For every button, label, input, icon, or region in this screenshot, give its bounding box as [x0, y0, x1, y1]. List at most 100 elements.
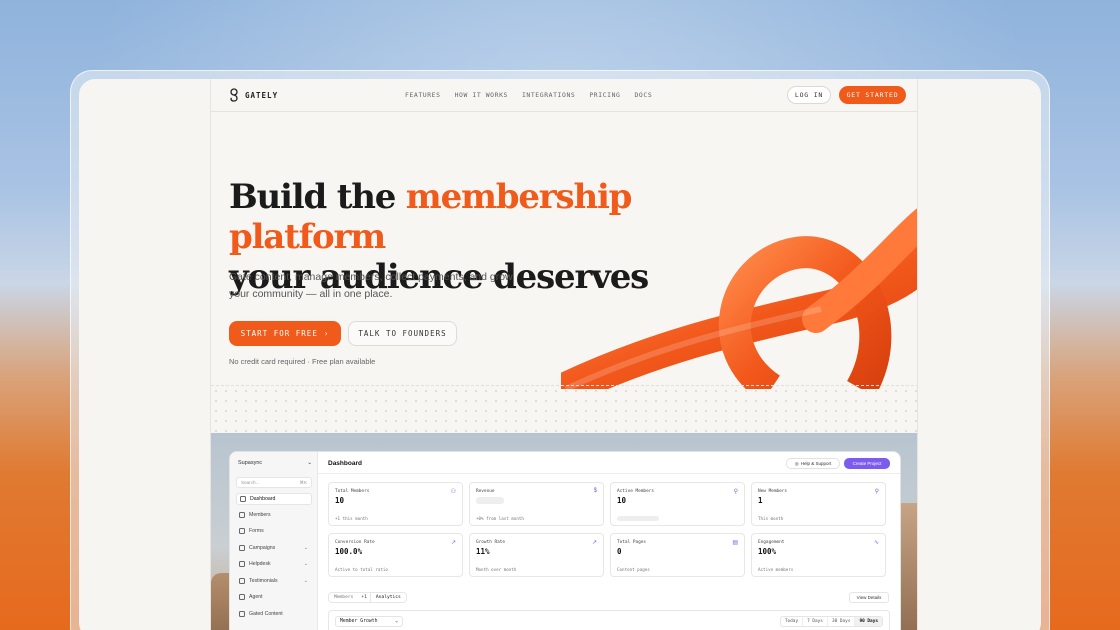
stat-card-new-members[interactable]: New Members 1 This month ⚲	[751, 482, 886, 526]
stat-note: +1 this month	[335, 516, 368, 521]
sidebar-item-dashboard[interactable]: Dashboard	[236, 493, 312, 505]
sidebar-item-label: Forms	[249, 528, 264, 534]
stat-card-growth-rate[interactable]: Growth Rate 11% Month over month ↗	[469, 533, 604, 577]
tab-members[interactable]: Members	[329, 593, 358, 602]
app-sidebar: Supasync ⌄ Search... ⌘K Dashboard Member…	[230, 452, 318, 630]
stat-note: Active to total ratio	[335, 567, 388, 572]
start-for-free-label: START FOR FREE	[240, 329, 318, 338]
nav-link-how-it-works[interactable]: HOW IT WORKS	[455, 91, 508, 99]
growth-metric-select[interactable]: Member Growth ⌄	[335, 616, 403, 627]
stat-note: This month	[758, 516, 784, 521]
view-details-button[interactable]: View Details	[849, 592, 889, 603]
stat-note: Active members	[758, 567, 794, 572]
range-30-days[interactable]: 30 Days	[826, 617, 855, 626]
stat-card-conversion-rate[interactable]: Conversion Rate 100.0% Active to total r…	[328, 533, 463, 577]
sidebar-item-helpdesk[interactable]: Helpdesk ⌄	[236, 558, 312, 570]
loading-skeleton	[617, 516, 659, 521]
help-icon: ◎	[794, 460, 799, 466]
workspace-switcher[interactable]: Supasync ⌄	[238, 460, 312, 466]
talk-to-founders-button[interactable]: TALK TO FOUNDERS	[348, 321, 457, 346]
sidebar-item-label: Dashboard	[250, 496, 276, 502]
browser-viewport: GATELY FEATURES HOW IT WORKS INTEGRATION…	[79, 79, 1041, 630]
members-analytics-tabs: Members +1 Analytics	[328, 592, 407, 603]
dashboard-preview-section: Supasync ⌄ Search... ⌘K Dashboard Member…	[211, 433, 917, 630]
browser-frame: GATELY FEATURES HOW IT WORKS INTEGRATION…	[70, 70, 1050, 630]
sidebar-search-input[interactable]: Search... ⌘K	[236, 477, 312, 488]
sidebar-item-label: Helpdesk	[249, 561, 271, 567]
range-today[interactable]: Today	[781, 617, 802, 626]
stat-label: Total Pages	[617, 540, 647, 545]
top-nav: GATELY FEATURES HOW IT WORKS INTEGRATION…	[211, 79, 917, 112]
stat-value: 0	[617, 547, 622, 556]
form-icon	[239, 528, 245, 534]
stat-label: New Members	[758, 489, 788, 494]
chevron-down-icon: ⌄	[303, 545, 308, 551]
chevron-right-icon: ›	[323, 329, 330, 338]
stat-note: Content pages	[617, 567, 650, 572]
range-7-days[interactable]: 7 Days	[802, 617, 827, 626]
date-range-toggle: Today 7 Days 30 Days 90 Days	[779, 616, 883, 627]
page-title: Dashboard	[328, 460, 362, 467]
stat-label: Engagement	[758, 540, 785, 545]
nav-link-pricing[interactable]: PRICING	[589, 91, 620, 99]
get-started-button[interactable]: GET STARTED	[839, 86, 906, 104]
sidebar-item-agent[interactable]: Agent	[236, 591, 312, 603]
users-icon	[239, 512, 245, 518]
sidebar-item-testimonials[interactable]: Testimonials ⌄	[236, 575, 312, 587]
range-90-days[interactable]: 90 Days	[854, 617, 882, 626]
sidebar-item-gated-content[interactable]: Gated Content	[236, 608, 312, 620]
sidebar-item-label: Campaigns	[249, 545, 276, 551]
dashboard-app-window: Supasync ⌄ Search... ⌘K Dashboard Member…	[229, 451, 901, 630]
nav-links: FEATURES HOW IT WORKS INTEGRATIONS PRICI…	[405, 91, 652, 99]
hero-title-prefix: Build the	[229, 177, 406, 217]
brand-logo[interactable]: GATELY	[229, 88, 278, 102]
chevron-down-icon: ⌄	[303, 578, 308, 584]
members-count-badge: +1	[361, 595, 367, 600]
trend-icon: ↗	[450, 540, 456, 546]
create-project-button[interactable]: Create Project	[844, 458, 890, 469]
sidebar-item-members[interactable]: Members	[236, 509, 312, 521]
stat-label: Total Members	[335, 489, 370, 494]
chevron-down-icon: ⌄	[395, 619, 398, 624]
start-for-free-button[interactable]: START FOR FREE ›	[229, 321, 341, 346]
hero-note: No credit card required · Free plan avai…	[229, 357, 376, 366]
login-button[interactable]: LOG IN	[787, 86, 831, 104]
users-icon: ⚇	[450, 489, 456, 495]
app-main: Dashboard ◎ Help & Support Create Projec…	[318, 452, 900, 630]
chevron-down-icon: ⌄	[307, 460, 312, 466]
headset-icon	[239, 561, 245, 567]
stat-note: Month over month	[476, 567, 517, 572]
member-growth-panel: Member Growth ⌄ Today 7 Days 30 Days 90 …	[328, 610, 890, 630]
stat-value: 10	[335, 496, 345, 505]
help-support-button[interactable]: ◎ Help & Support	[786, 458, 840, 469]
sidebar-item-label: Agent	[249, 594, 263, 600]
nav-link-integrations[interactable]: INTEGRATIONS	[522, 91, 575, 99]
sidebar-item-campaigns[interactable]: Campaigns ⌄	[236, 542, 312, 554]
lock-icon	[239, 611, 245, 617]
search-placeholder: Search...	[241, 480, 260, 485]
dollar-icon: $	[593, 488, 597, 494]
stat-value: 10	[617, 496, 627, 505]
loading-skeleton	[476, 497, 504, 504]
stat-card-engagement[interactable]: Engagement 100% Active members ∿	[751, 533, 886, 577]
stat-card-revenue[interactable]: Revenue +0% from last month $	[469, 482, 604, 526]
stat-label: Active Members	[617, 489, 655, 494]
search-shortcut: ⌘K	[299, 480, 307, 485]
mail-icon	[239, 545, 245, 551]
nav-link-features[interactable]: FEATURES	[405, 91, 441, 99]
stat-card-active-members[interactable]: Active Members 10 ⚲	[610, 482, 745, 526]
sidebar-item-label: Members	[249, 512, 271, 518]
stat-value: 11%	[476, 547, 490, 556]
stat-card-total-pages[interactable]: Total Pages 0 Content pages ▤	[610, 533, 745, 577]
tab-analytics[interactable]: Analytics	[369, 593, 406, 602]
file-icon: ▤	[732, 540, 738, 546]
sidebar-item-forms[interactable]: Forms	[236, 525, 312, 537]
stat-value: 100%	[758, 547, 777, 556]
gately-logo-icon	[230, 88, 238, 102]
nav-link-docs[interactable]: DOCS	[634, 91, 652, 99]
stat-card-total-members[interactable]: Total Members 10 +1 this month ⚇	[328, 482, 463, 526]
hero-subtitle: Gate content, manage members, collect pa…	[229, 271, 513, 300]
user-check-icon: ⚲	[733, 489, 738, 495]
app-header: Dashboard ◎ Help & Support Create Projec…	[318, 452, 900, 474]
stat-value: 1	[758, 496, 763, 505]
